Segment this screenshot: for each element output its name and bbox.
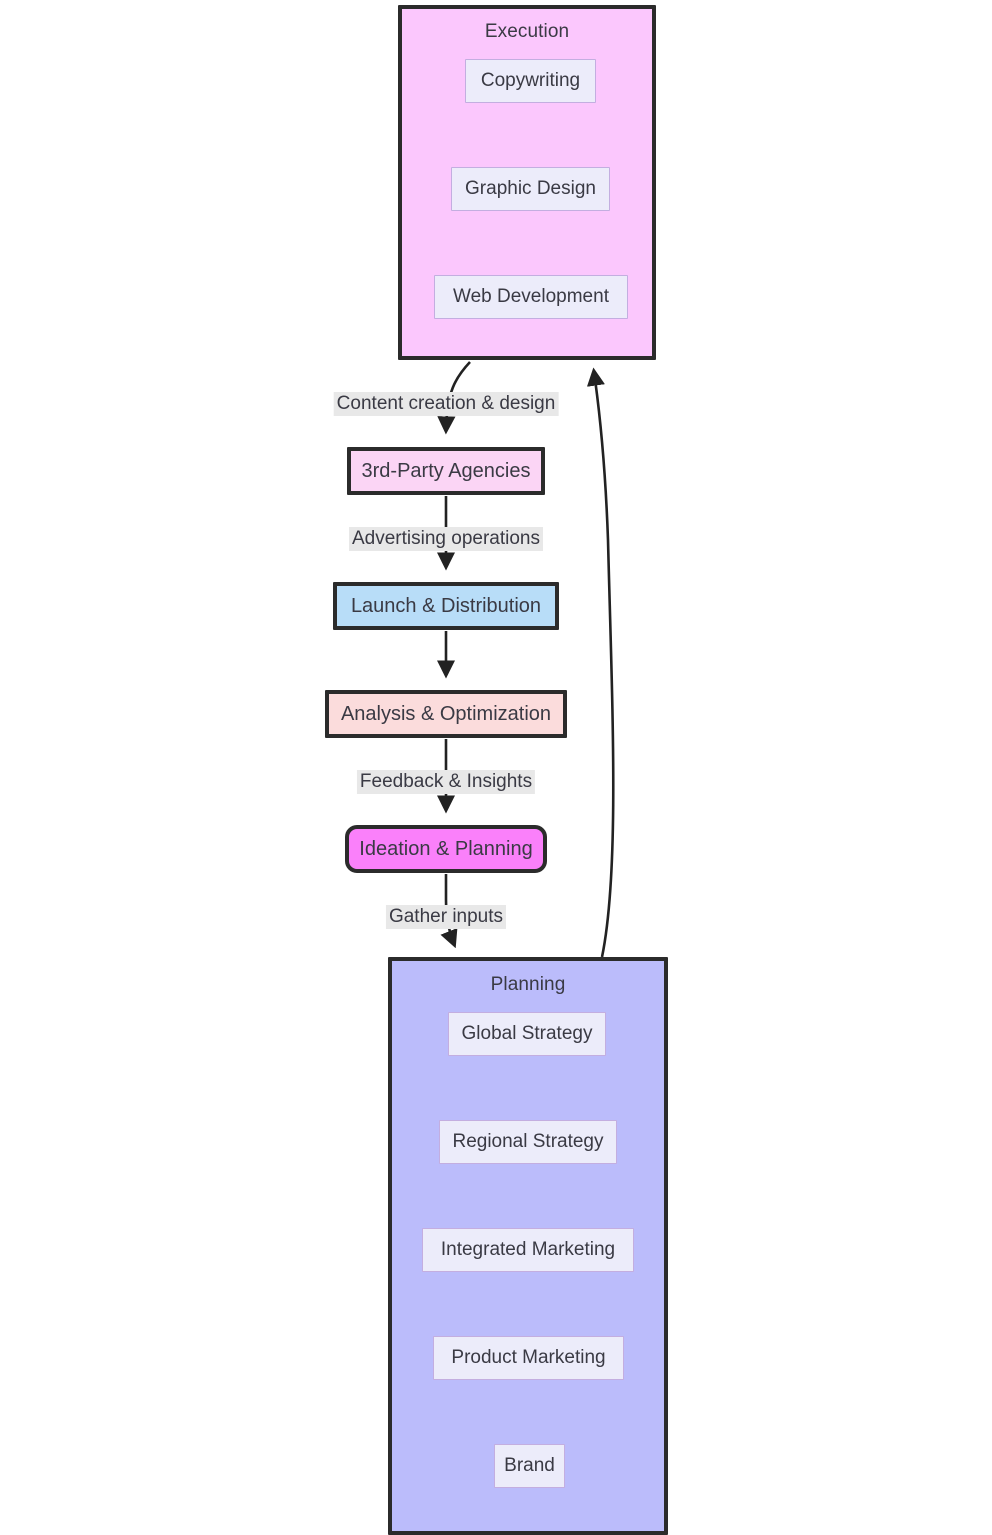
subnode-web-development[interactable]: Web Development (434, 275, 628, 319)
subnode-graphic-design[interactable]: Graphic Design (451, 167, 610, 211)
subnode-global-strategy[interactable]: Global Strategy (448, 1012, 606, 1056)
cluster-planning-title: Planning (490, 974, 566, 995)
edge-label-content-creation: Content creation & design (333, 392, 559, 416)
node-analysis-optimization-label: Analysis & Optimization (340, 702, 552, 725)
edge-label-feedback-insights: Feedback & Insights (356, 770, 536, 794)
edge-path-planning-to-execution (586, 367, 615, 958)
node-analysis-optimization[interactable]: Analysis & Optimization (325, 690, 567, 738)
subnode-regional-strategy[interactable]: Regional Strategy (439, 1120, 617, 1164)
subnode-integrated-marketing-label: Integrated Marketing (440, 1239, 616, 1260)
subnode-copywriting-label: Copywriting (480, 70, 581, 91)
subnode-copywriting[interactable]: Copywriting (465, 59, 596, 103)
node-launch-distribution-label: Launch & Distribution (350, 594, 542, 617)
node-launch-distribution[interactable]: Launch & Distribution (333, 582, 559, 630)
node-ideation-planning[interactable]: Ideation & Planning (345, 825, 547, 873)
cluster-execution[interactable]: Execution Copywriting Graphic Design Web… (398, 5, 656, 360)
cluster-planning[interactable]: Planning Global Strategy Regional Strate… (388, 957, 668, 1535)
edge-label-gather-inputs: Gather inputs (385, 905, 507, 929)
node-third-party-agencies[interactable]: 3rd-Party Agencies (347, 447, 545, 495)
subnode-global-strategy-label: Global Strategy (461, 1023, 593, 1044)
cluster-execution-title: Execution (484, 21, 570, 42)
subnode-brand-label: Brand (504, 1455, 555, 1476)
subnode-integrated-marketing[interactable]: Integrated Marketing (422, 1228, 634, 1272)
subnode-regional-strategy-label: Regional Strategy (452, 1131, 604, 1152)
subnode-product-marketing-label: Product Marketing (451, 1347, 606, 1368)
node-ideation-planning-label: Ideation & Planning (359, 837, 533, 860)
flowchart-diagram: Execution Copywriting Graphic Design Web… (0, 0, 992, 1535)
node-third-party-agencies-label: 3rd-Party Agencies (361, 459, 531, 482)
subnode-brand[interactable]: Brand (494, 1444, 565, 1488)
subnode-product-marketing[interactable]: Product Marketing (433, 1336, 624, 1380)
subnode-web-development-label: Web Development (453, 286, 609, 307)
subnode-graphic-design-label: Graphic Design (465, 178, 596, 199)
edge-label-advertising-ops: Advertising operations (349, 527, 543, 551)
